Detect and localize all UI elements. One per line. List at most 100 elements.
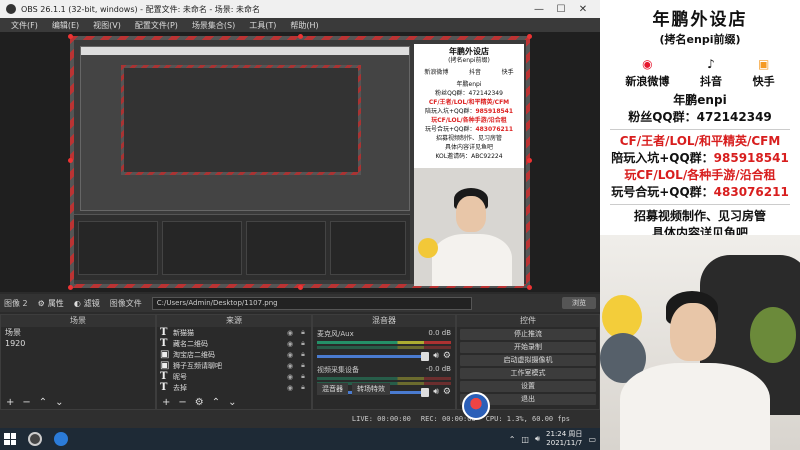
source-item[interactable]: ▣ 狮子互频请聊吧 ◉ 🔒︎ xyxy=(157,360,311,371)
speaker-icon[interactable]: 🔊︎ xyxy=(433,387,439,397)
resize-handle-tr[interactable] xyxy=(527,34,532,39)
source-item[interactable]: T 去掉 ◉ 🔒︎ xyxy=(157,382,311,393)
speaker-icon[interactable]: 🔊︎ xyxy=(433,351,439,361)
webcam-thumbnail xyxy=(414,168,524,286)
menu-help[interactable]: 帮助(H) xyxy=(283,20,325,31)
tab-mixer[interactable]: 混音器 xyxy=(317,383,348,395)
sources-footer: + − ⚙ ⌃ ⌄ xyxy=(157,395,311,409)
menu-bar: 文件(F) 编辑(E) 视图(V) 配置文件(P) 场景集合(S) 工具(T) … xyxy=(0,18,600,32)
avatar xyxy=(462,392,490,420)
network-icon[interactable]: ◫ xyxy=(521,435,529,444)
volume-slider[interactable] xyxy=(317,351,430,361)
preview-canvas[interactable]: 年鹏外设店 (拷名enpi前缀) 新浪微博 抖音 快手 年鹏enpi 粉丝QQ群… xyxy=(68,34,532,290)
rental-group: 玩号合玩+QQ群：483076211 xyxy=(611,185,789,199)
gear-icon[interactable]: ⚙ xyxy=(443,351,451,361)
start-recording-button[interactable]: 开始录制 xyxy=(460,342,596,353)
person-hoodie xyxy=(620,363,770,450)
selected-source-label: 图像 2 xyxy=(4,298,28,308)
resize-handle-l[interactable] xyxy=(68,158,73,163)
shop-title: 年鹏外设店 xyxy=(652,10,748,30)
lock-icon[interactable]: 🔒︎ xyxy=(298,361,308,370)
eye-icon[interactable]: ◉ xyxy=(285,362,295,370)
companion-group: 陪玩入坑+QQ群：985918541 xyxy=(611,151,789,165)
stream-overlay-panel: 年鹏外设店 (拷名enpi前缀) ◉ 新浪微博 ♪ 抖音 ▣ 快手 年鹏enpi 粉丝… xyxy=(600,0,800,257)
lock-icon[interactable]: 🔒︎ xyxy=(298,339,308,348)
text-source-icon: T xyxy=(160,371,168,382)
chevron-down-icon[interactable]: ⌄ xyxy=(228,397,236,408)
mixer-header: 混音器 xyxy=(313,315,455,327)
chevron-up-icon[interactable]: ⌃ xyxy=(39,397,47,408)
preview-area[interactable]: 年鹏外设店 (拷名enpi前缀) 新浪微博 抖音 快手 年鹏enpi 粉丝QQ群… xyxy=(0,32,600,292)
volume-slider-handle[interactable] xyxy=(421,351,430,361)
studio-mode-button[interactable]: 工作室模式 xyxy=(460,368,596,379)
scene-item[interactable]: 1920 xyxy=(1,338,155,349)
properties-button[interactable]: ⚙ 属性 xyxy=(38,298,64,309)
speaker-icon[interactable]: 🔊︎ xyxy=(535,434,540,444)
resize-handle-bl[interactable] xyxy=(68,285,73,290)
maximize-button[interactable]: ☐ xyxy=(550,4,572,15)
chevron-up-icon[interactable]: ⌃ xyxy=(509,435,516,444)
volume-slider-handle[interactable] xyxy=(421,387,430,397)
minimize-button[interactable]: — xyxy=(528,4,550,15)
obs-taskbar-icon[interactable] xyxy=(28,432,42,446)
eye-icon[interactable]: ◉ xyxy=(285,340,295,348)
eye-icon[interactable]: ◉ xyxy=(285,384,295,392)
eye-icon[interactable]: ◉ xyxy=(285,329,295,337)
source-item[interactable]: ▣ 淘宝店二维码 ◉ 🔒︎ xyxy=(157,349,311,360)
webcam-feed xyxy=(600,235,800,450)
add-icon[interactable]: + xyxy=(162,397,170,408)
browser-taskbar-icon[interactable] xyxy=(54,432,68,446)
resize-handle-tl[interactable] xyxy=(68,34,73,39)
resize-handle-r[interactable] xyxy=(527,158,532,163)
eye-icon[interactable]: ◉ xyxy=(285,351,295,359)
source-item[interactable]: T 新猫猫 ◉ 🔒︎ xyxy=(157,327,311,338)
lock-icon[interactable]: 🔒︎ xyxy=(298,383,308,392)
start-virtual-camera-button[interactable]: 启动虚拟摄像机 xyxy=(460,355,596,366)
mixer-channel: 麦克风/Aux 0.0 dB 🔊︎ ⚙ xyxy=(313,327,455,363)
canvas-content: 年鹏外设店 (拷名enpi前缀) 新浪微博 抖音 快手 年鹏enpi 粉丝QQ群… xyxy=(68,34,532,290)
menu-view[interactable]: 视图(V) xyxy=(86,20,128,31)
nested-title-bar xyxy=(81,47,409,55)
source-item[interactable]: T 昵号 ◉ 🔒︎ xyxy=(157,371,311,382)
system-tray: ⌃ ◫ 🔊︎ 21:24 周日 2021/11/7 ▭ xyxy=(509,430,596,448)
menu-tools[interactable]: 工具(T) xyxy=(242,20,283,31)
notification-icon[interactable]: ▭ xyxy=(588,435,596,444)
remove-icon[interactable]: − xyxy=(178,397,186,408)
add-icon[interactable]: + xyxy=(6,397,14,408)
gear-icon[interactable]: ⚙ xyxy=(443,387,451,397)
chevron-up-icon[interactable]: ⌃ xyxy=(212,397,220,408)
gear-icon[interactable]: ⚙ xyxy=(195,397,204,408)
chevron-down-icon[interactable]: ⌄ xyxy=(55,397,63,408)
eye-icon[interactable]: ◉ xyxy=(285,373,295,381)
image-source-icon: ▣ xyxy=(160,360,170,371)
menu-file[interactable]: 文件(F) xyxy=(4,20,45,31)
clock[interactable]: 21:24 周日 2021/11/7 xyxy=(546,430,582,448)
resize-handle-br[interactable] xyxy=(527,285,532,290)
source-item[interactable]: T 藏名二维码 ◉ 🔒︎ xyxy=(157,338,311,349)
close-button[interactable]: ✕ xyxy=(572,4,594,15)
menu-scene-collection[interactable]: 场景集合(S) xyxy=(185,20,242,31)
nested-docks xyxy=(74,214,410,280)
lock-icon[interactable]: 🔒︎ xyxy=(298,350,308,359)
weibo-icon: ◉ xyxy=(642,57,653,71)
remove-icon[interactable]: − xyxy=(22,397,30,408)
browse-button[interactable]: 浏览 xyxy=(562,297,596,309)
resize-handle-b[interactable] xyxy=(298,285,303,290)
tab-transitions[interactable]: 转场特效 xyxy=(352,383,390,395)
rental-line: 玩CF/LOL/各种手游/沿合租 xyxy=(624,168,776,182)
overlay-thumbnail: 年鹏外设店 (拷名enpi前缀) 新浪微博 抖音 快手 年鹏enpi 粉丝QQ群… xyxy=(414,44,524,168)
menu-edit[interactable]: 编辑(E) xyxy=(45,20,86,31)
text-source-icon: T xyxy=(160,338,168,349)
resize-handle-t[interactable] xyxy=(298,34,303,39)
menu-profile[interactable]: 配置文件(P) xyxy=(128,20,185,31)
channel-db: -0.0 dB xyxy=(425,365,451,373)
stop-streaming-button[interactable]: 停止推流 xyxy=(460,329,596,340)
lock-icon[interactable]: 🔒︎ xyxy=(298,328,308,337)
filters-button[interactable]: ◐ 滤镜 xyxy=(74,298,100,309)
windows-start-icon[interactable] xyxy=(4,433,16,445)
settings-button[interactable]: 设置 xyxy=(460,381,596,392)
social-links: ◉ 新浪微博 ♪ 抖音 ▣ 快手 xyxy=(600,57,800,89)
scene-item[interactable]: 场景 xyxy=(1,327,155,338)
image-path-field[interactable]: C:/Users/Admin/Desktop/1107.png xyxy=(151,296,472,310)
lock-icon[interactable]: 🔒︎ xyxy=(298,372,308,381)
